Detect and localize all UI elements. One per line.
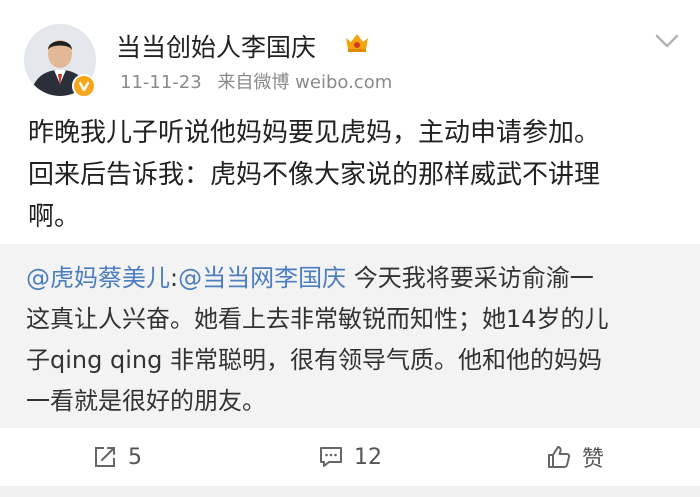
post-meta: 11-11-23 来自微博 weibo.com bbox=[120, 68, 402, 94]
vip-crown-icon bbox=[346, 34, 368, 52]
feed-separator bbox=[0, 486, 700, 497]
like-button[interactable]: 赞 bbox=[546, 428, 604, 486]
repost-card[interactable]: @虎妈蔡美儿:@当当网李国庆 今天我将要采访俞渝一 这真让人兴奋。她看上去非常敏… bbox=[0, 244, 700, 428]
post-line: 昨晚我儿子听说他妈妈要见虎妈，主动申请参加。 bbox=[28, 118, 601, 148]
action-bar: 5 12 赞 bbox=[0, 428, 700, 486]
repost-line: 子qing qing 非常聪明，很有领导气质。他和他的妈妈 bbox=[26, 346, 602, 374]
verified-badge-icon bbox=[72, 74, 96, 98]
repost-button[interactable]: 5 bbox=[92, 428, 142, 486]
repost-count: 5 bbox=[128, 444, 142, 470]
comment-icon bbox=[320, 447, 342, 467]
mention-dangdang-li[interactable]: @当当网李国庆 bbox=[178, 264, 346, 292]
repost-line-text: 今天我将要采访俞渝一 bbox=[346, 264, 594, 292]
repost-line: 这真让人兴奋。她看上去非常敏锐而知性；她14岁的儿 bbox=[26, 305, 609, 333]
author-name[interactable]: 当当创始人李国庆 bbox=[116, 28, 316, 64]
like-label: 赞 bbox=[582, 447, 605, 472]
comment-count: 12 bbox=[354, 444, 382, 470]
comment-button[interactable]: 12 bbox=[318, 428, 382, 486]
post-time: 11-11-23 bbox=[120, 72, 202, 93]
repost-icon bbox=[95, 447, 115, 467]
chevron-down-icon[interactable] bbox=[654, 32, 680, 50]
mention-tiger-mom[interactable]: @虎妈蔡美儿 bbox=[26, 264, 170, 292]
repost-colon: : bbox=[170, 264, 179, 292]
post-source: 来自微博 weibo.com bbox=[217, 72, 393, 93]
repost-body: @虎妈蔡美儿:@当当网李国庆 今天我将要采访俞渝一 这真让人兴奋。她看上去非常敏… bbox=[26, 258, 686, 422]
post-header: 当当创始人李国庆 11-11-23 来自微博 weibo.com bbox=[0, 0, 700, 110]
post-body: 昨晚我儿子听说他妈妈要见虎妈，主动申请参加。 回来后告诉我：虎妈不像大家说的那样… bbox=[28, 112, 678, 238]
thumbs-up-icon bbox=[548, 446, 571, 468]
post-line: 啊。 bbox=[28, 202, 81, 232]
repost-line: 一看就是很好的朋友。 bbox=[26, 387, 266, 415]
post-line: 回来后告诉我：虎妈不像大家说的那样威武不讲理 bbox=[28, 160, 601, 190]
